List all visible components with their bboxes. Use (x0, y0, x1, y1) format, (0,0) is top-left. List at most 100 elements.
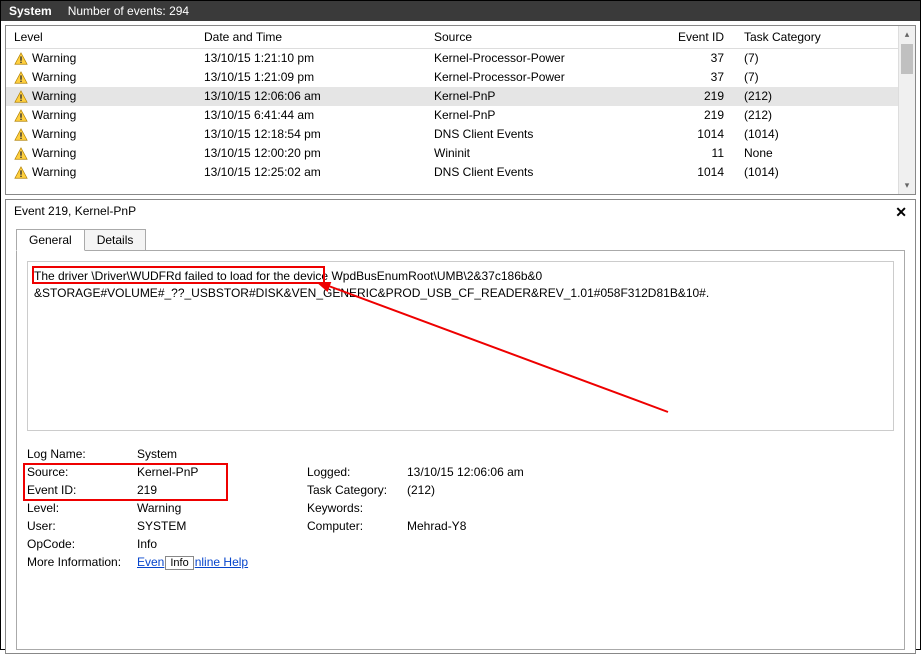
cell-date: 13/10/15 6:41:44 am (196, 106, 426, 125)
detail-title: Event 219, Kernel-PnP (14, 204, 136, 221)
column-level[interactable]: Level (6, 26, 196, 49)
cell-level: Warning (32, 51, 76, 65)
cell-level: Warning (32, 89, 76, 103)
label-user: User: (27, 519, 137, 533)
cell-event-id: 1014 (656, 163, 736, 182)
event-table: Level Date and Time Source Event ID Task… (6, 26, 915, 182)
cell-event-id: 11 (656, 144, 736, 163)
label-source: Source: (27, 465, 137, 479)
table-row[interactable]: Warning 13/10/15 12:00:20 pmWininit11None (6, 144, 915, 163)
label-keywords: Keywords: (307, 501, 407, 515)
help-link-part1[interactable]: Even (137, 555, 164, 569)
event-list-pane: Level Date and Time Source Event ID Task… (5, 25, 916, 195)
cell-task: (1014) (736, 163, 915, 182)
table-row[interactable]: Warning 13/10/15 1:21:10 pmKernel-Process… (6, 49, 915, 68)
cell-task: (212) (736, 87, 915, 106)
cell-date: 13/10/15 12:06:06 am (196, 87, 426, 106)
event-count: Number of events: 294 (68, 4, 189, 18)
value-more-info: EvenInfonline Help (137, 555, 307, 570)
cell-task: (1014) (736, 125, 915, 144)
cell-level: Warning (32, 70, 76, 84)
value-source: Kernel-PnP (137, 465, 307, 479)
cell-source: Kernel-PnP (426, 106, 656, 125)
label-task-category: Task Category: (307, 483, 407, 497)
warning-icon (14, 166, 28, 180)
cell-source: Kernel-PnP (426, 87, 656, 106)
scroll-thumb[interactable] (901, 44, 913, 74)
table-row[interactable]: Warning 13/10/15 1:21:09 pmKernel-Process… (6, 68, 915, 87)
pane-title: System (9, 4, 52, 18)
cell-date: 13/10/15 12:25:02 am (196, 163, 426, 182)
tab-details[interactable]: Details (84, 229, 147, 250)
label-logged: Logged: (307, 465, 407, 479)
scroll-up-arrow[interactable]: ▴ (899, 26, 915, 43)
cell-date: 13/10/15 1:21:09 pm (196, 68, 426, 87)
column-event-id[interactable]: Event ID (656, 26, 736, 49)
column-task-category[interactable]: Task Category (736, 26, 915, 49)
cell-level: Warning (32, 146, 76, 160)
cell-task: None (736, 144, 915, 163)
column-date[interactable]: Date and Time (196, 26, 426, 49)
label-level: Level: (27, 501, 137, 515)
cell-date: 13/10/15 12:18:54 pm (196, 125, 426, 144)
table-row[interactable]: Warning 13/10/15 12:25:02 amDNS Client Ev… (6, 163, 915, 182)
detail-pane: Event 219, Kernel-PnP ✕ General Details … (5, 199, 916, 654)
tab-strip: General Details (16, 229, 905, 250)
cell-event-id: 1014 (656, 125, 736, 144)
cell-level: Warning (32, 108, 76, 122)
detail-header: Event 219, Kernel-PnP ✕ (6, 200, 915, 225)
table-row[interactable]: Warning 13/10/15 6:41:44 amKernel-PnP219(… (6, 106, 915, 125)
cell-event-id: 37 (656, 49, 736, 68)
cell-date: 13/10/15 12:00:20 pm (196, 144, 426, 163)
table-header-row: Level Date and Time Source Event ID Task… (6, 26, 915, 49)
warning-icon (14, 52, 28, 66)
value-user: SYSTEM (137, 519, 307, 533)
value-event-id: 219 (137, 483, 307, 497)
cell-event-id: 37 (656, 68, 736, 87)
cell-task: (7) (736, 68, 915, 87)
cell-event-id: 219 (656, 106, 736, 125)
table-row[interactable]: Warning 13/10/15 12:06:06 amKernel-PnP219… (6, 87, 915, 106)
tab-general[interactable]: General (16, 229, 85, 251)
cell-source: Wininit (426, 144, 656, 163)
value-level: Warning (137, 501, 307, 515)
column-source[interactable]: Source (426, 26, 656, 49)
cell-source: Kernel-Processor-Power (426, 49, 656, 68)
value-logged: 13/10/15 12:06:06 am (407, 465, 524, 479)
vertical-scrollbar[interactable]: ▴ ▾ (898, 26, 915, 194)
label-event-id: Event ID: (27, 483, 137, 497)
value-logname: System (137, 447, 307, 461)
cell-source: DNS Client Events (426, 163, 656, 182)
cell-event-id: 219 (656, 87, 736, 106)
warning-icon (14, 128, 28, 142)
annotation-arrow (318, 282, 678, 422)
scroll-down-arrow[interactable]: ▾ (899, 177, 915, 194)
value-task-category: (212) (407, 483, 435, 497)
label-more-info: More Information: (27, 555, 137, 570)
warning-icon (14, 90, 28, 104)
cell-level: Warning (32, 127, 76, 141)
label-computer: Computer: (307, 519, 407, 533)
cell-source: Kernel-Processor-Power (426, 68, 656, 87)
description-box: The driver \Driver\WUDFRd failed to load… (27, 261, 894, 431)
cell-source: DNS Client Events (426, 125, 656, 144)
cell-date: 13/10/15 1:21:10 pm (196, 49, 426, 68)
tab-body: The driver \Driver\WUDFRd failed to load… (16, 250, 905, 650)
properties-grid: Log Name: System Source: Kernel-PnP Logg… (27, 445, 894, 572)
label-opcode: OpCode: (27, 537, 137, 551)
cell-level: Warning (32, 165, 76, 179)
table-row[interactable]: Warning 13/10/15 12:18:54 pmDNS Client Ev… (6, 125, 915, 144)
tooltip: Info (165, 556, 193, 570)
description-text: The driver \Driver\WUDFRd failed to load… (34, 268, 887, 302)
cell-task: (212) (736, 106, 915, 125)
close-icon[interactable]: ✕ (895, 204, 907, 221)
cell-task: (7) (736, 49, 915, 68)
value-opcode: Info (137, 537, 307, 551)
value-computer: Mehrad-Y8 (407, 519, 466, 533)
warning-icon (14, 109, 28, 123)
warning-icon (14, 147, 28, 161)
warning-icon (14, 71, 28, 85)
title-bar: System Number of events: 294 (1, 1, 920, 21)
label-logname: Log Name: (27, 447, 137, 461)
help-link-part2[interactable]: nline Help (195, 555, 248, 569)
